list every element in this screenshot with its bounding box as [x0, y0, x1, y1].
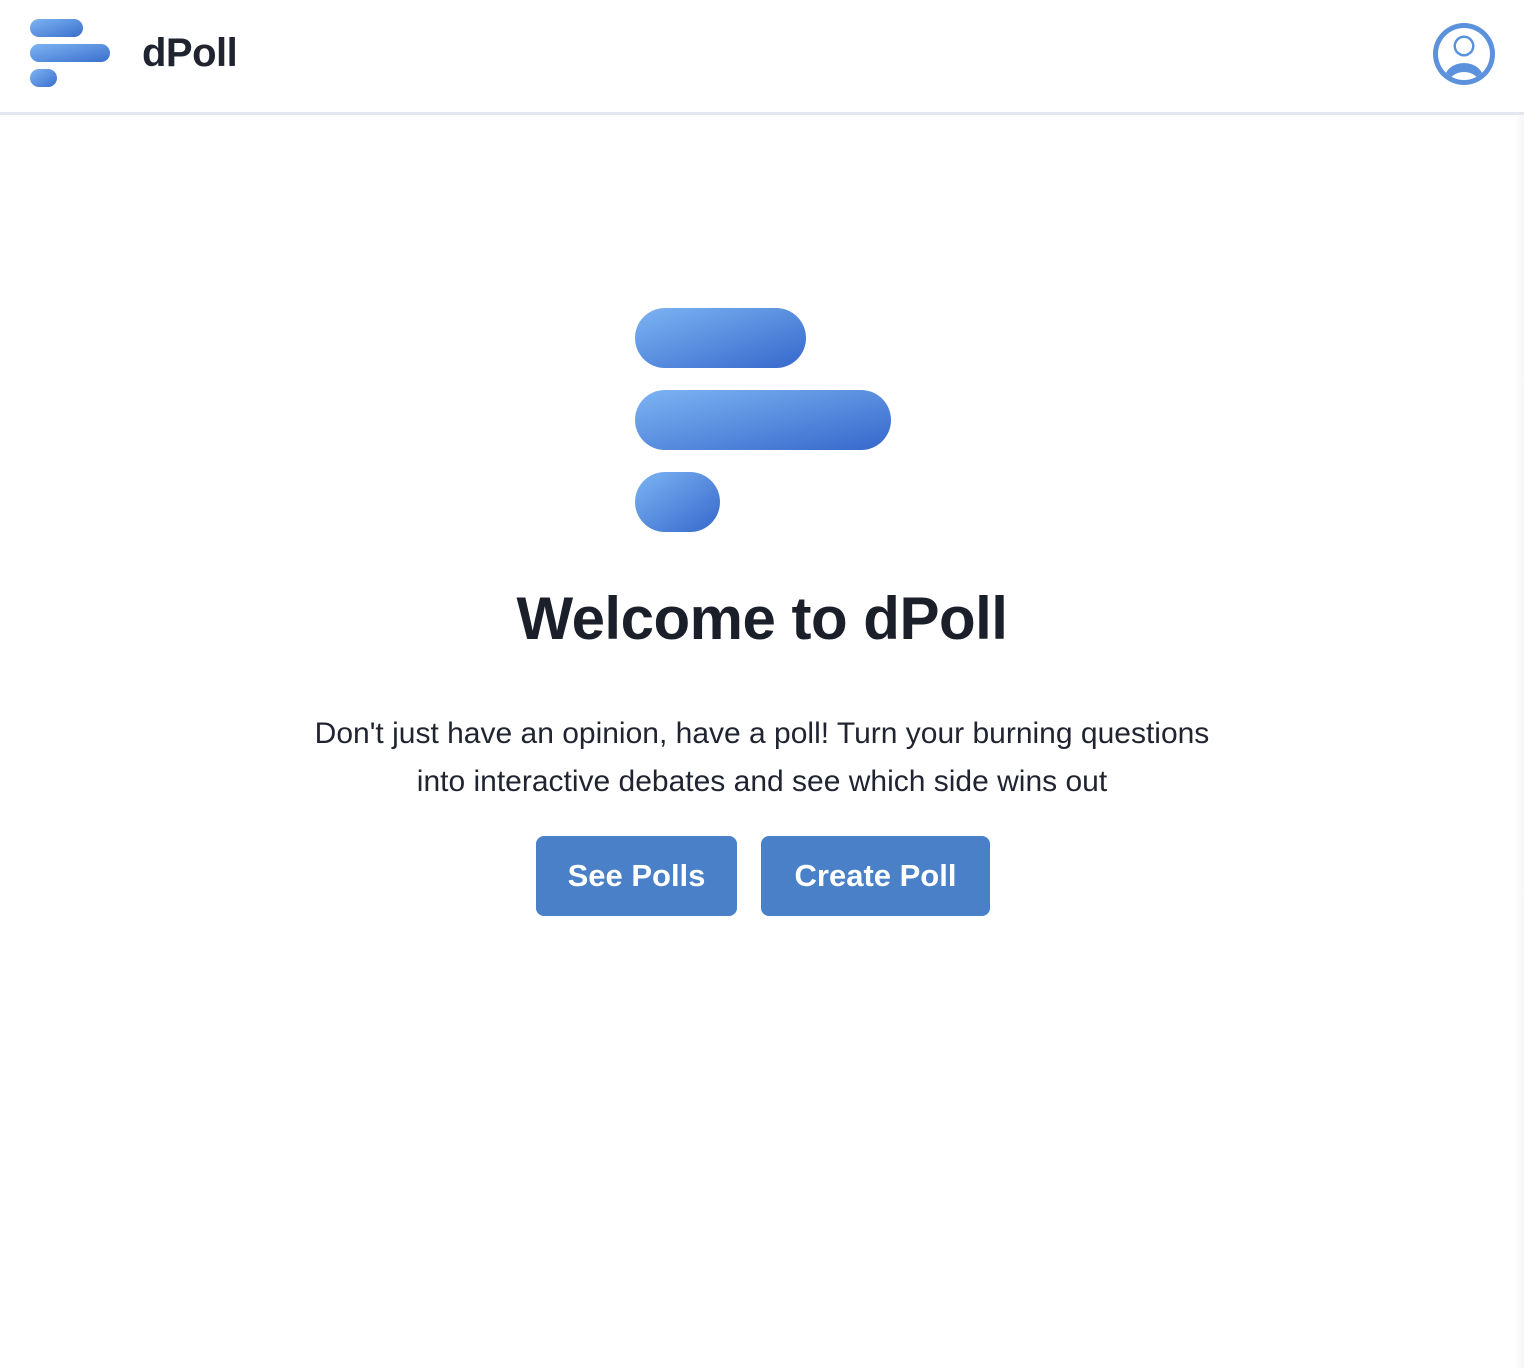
- page: dPoll Welcome to dPoll Don't just have a…: [0, 0, 1524, 1368]
- navbar: dPoll: [0, 0, 1524, 115]
- hero-title: Welcome to dPoll: [516, 585, 1008, 652]
- see-polls-button[interactable]: See Polls: [536, 836, 737, 916]
- account-button[interactable]: [1430, 20, 1498, 88]
- create-poll-button[interactable]: Create Poll: [761, 836, 990, 916]
- hero-subtitle-line-1: Don't just have an opinion, have a poll!…: [314, 717, 1210, 750]
- hero-subtitle: Don't just have an opinion, have a poll!…: [262, 710, 1262, 806]
- dpoll-logo-icon: [30, 19, 110, 87]
- brand-home-link[interactable]: dPoll: [28, 17, 238, 89]
- dpoll-hero-logo-icon: [635, 308, 891, 532]
- user-circle-icon: [1433, 23, 1495, 85]
- hero-actions: See Polls Create Poll: [536, 836, 990, 916]
- scrollbar-track: [1514, 0, 1524, 1368]
- hero-subtitle-line-2: into interactive debates and see which s…: [416, 765, 1108, 798]
- hero-logo: [633, 306, 893, 534]
- brand-name: dPoll: [142, 30, 238, 75]
